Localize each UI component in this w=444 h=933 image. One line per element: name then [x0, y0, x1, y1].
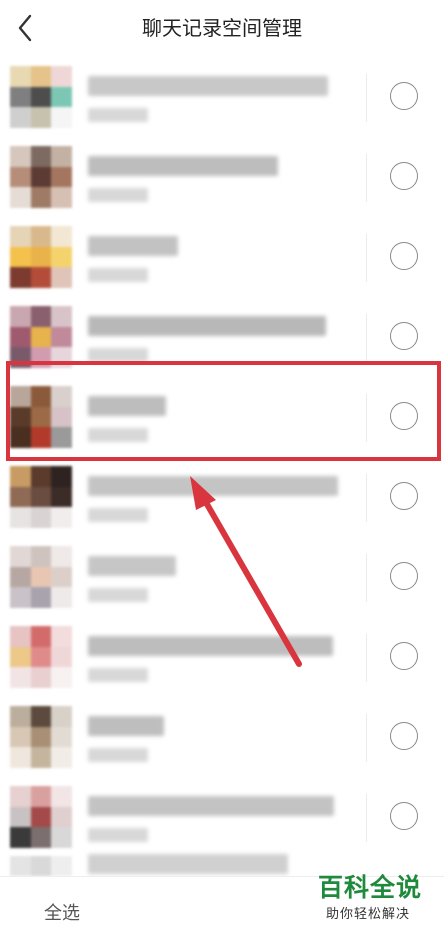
watermark-subtitle: 助你轻松解决: [326, 907, 411, 922]
annotation-arrow: [190, 476, 302, 667]
watermark-title: 百科全说: [318, 873, 423, 902]
select-all-button[interactable]: 全选: [44, 899, 80, 925]
